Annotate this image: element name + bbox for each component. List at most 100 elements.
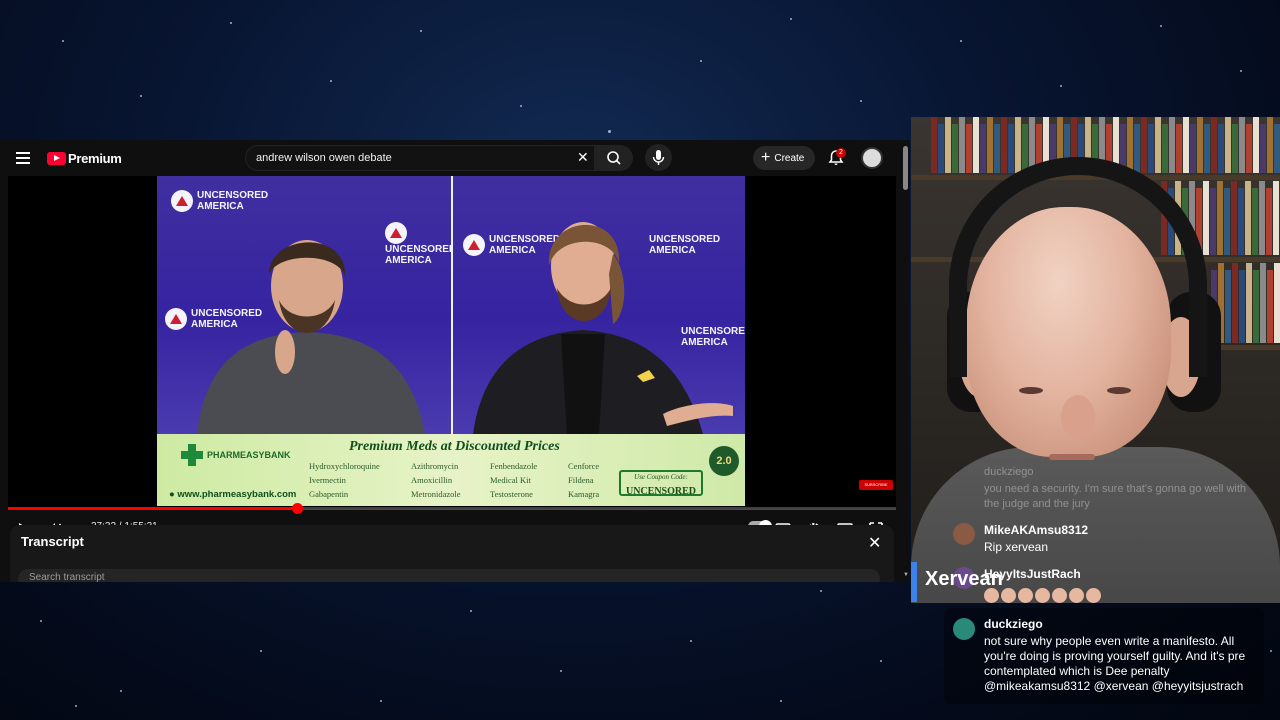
speaker-left-figure	[197, 240, 425, 434]
book	[1267, 270, 1273, 343]
book	[1225, 270, 1231, 343]
transcript-title: Transcript	[21, 534, 84, 549]
book	[1148, 124, 1154, 173]
book	[1183, 117, 1189, 173]
book	[1246, 124, 1252, 173]
clear-search-icon[interactable]: ✕	[577, 149, 589, 166]
page-scrollbar[interactable]	[903, 146, 908, 190]
book	[1015, 117, 1021, 173]
transcript-panel: Transcript ✕ Search transcript	[10, 525, 894, 582]
book	[1001, 117, 1007, 173]
youtube-premium-logo[interactable]: Premium	[47, 151, 122, 166]
book	[1218, 124, 1224, 173]
close-transcript-icon[interactable]: ✕	[868, 533, 881, 553]
book	[1211, 117, 1217, 173]
create-button[interactable]: + Create	[753, 146, 815, 170]
book	[1155, 117, 1161, 173]
book	[945, 117, 951, 173]
ad-coupon-box: Use Coupon Code: UNCENSORED	[619, 470, 703, 497]
book	[1246, 263, 1252, 343]
book	[1239, 270, 1245, 343]
chat-faded-text: you need a security. I'm sure that's gon…	[984, 483, 1247, 510]
book	[1197, 117, 1203, 173]
book	[1224, 188, 1230, 255]
book	[1210, 188, 1216, 255]
ad-meds-col1: Hydroxychloroquine Ivermectin Gabapentin	[309, 461, 380, 499]
chat-faded-user: duckziego	[984, 466, 1034, 478]
video-frame[interactable]: UNCENSORED AMERICA UNCENSORED AMERICA UNCE…	[157, 176, 745, 506]
book	[1232, 263, 1238, 343]
search-input[interactable]: andrew wilson owen debate ✕	[245, 145, 595, 171]
search-icon	[607, 151, 621, 165]
book	[931, 117, 937, 173]
video-right-camera: UNCENSORED AMERICA UNCENSORED AMERICA UNCE…	[453, 176, 745, 434]
globe-icon: ●	[169, 489, 175, 500]
youtube-topbar: Premium andrew wilson owen debate ✕ + Cr…	[0, 140, 910, 190]
book	[1274, 124, 1280, 173]
account-avatar[interactable]	[861, 147, 883, 169]
progress-scrubber-handle[interactable]	[291, 503, 303, 514]
chat-avatar	[953, 523, 975, 545]
book	[1225, 117, 1231, 173]
ad-meds-col3: Fenbendazole Medical Kit Testosterone	[490, 461, 538, 499]
transcript-search-input[interactable]: Search transcript	[18, 569, 880, 582]
book	[1162, 124, 1168, 173]
chat-text: Rip xervean	[984, 540, 1049, 554]
voice-search-button[interactable]	[645, 144, 672, 171]
latest-chat-message: duckziego not sure why people even write…	[944, 608, 1264, 704]
video-player[interactable]: UNCENSORED AMERICA UNCENSORED AMERICA UNCE…	[8, 176, 896, 536]
scroll-down-arrow-icon[interactable]: ▼	[903, 572, 909, 578]
youtube-window: Premium andrew wilson owen debate ✕ + Cr…	[0, 140, 910, 582]
notification-badge: 2	[836, 148, 846, 158]
progress-played	[8, 507, 297, 510]
ad-url: ● www.pharmeasybank.com	[169, 489, 297, 500]
book	[1274, 263, 1280, 343]
book	[1217, 181, 1223, 255]
hamburger-menu-icon[interactable]	[16, 152, 30, 164]
emote-row	[984, 588, 1101, 603]
subscribe-watermark-button[interactable]: SUBSCRIBE	[859, 480, 893, 490]
book	[1008, 124, 1014, 173]
ad-title: Premium Meds at Discounted Prices	[349, 439, 560, 454]
book	[980, 124, 986, 173]
youtube-play-logo-icon	[47, 152, 66, 165]
book	[1260, 124, 1266, 173]
book	[1176, 124, 1182, 173]
book	[987, 117, 993, 173]
book	[994, 124, 1000, 173]
book	[1252, 188, 1258, 255]
plus-icon: +	[761, 149, 771, 166]
book	[938, 124, 944, 173]
pharmacy-ad-banner[interactable]: PHARMEASYBANK Premium Meds at Discounted…	[157, 434, 745, 506]
book	[1267, 117, 1273, 173]
book	[1022, 124, 1028, 173]
book	[966, 124, 972, 173]
book	[1239, 117, 1245, 173]
book	[1169, 117, 1175, 173]
book	[1134, 124, 1140, 173]
book	[1190, 124, 1196, 173]
book	[1231, 181, 1237, 255]
book	[1259, 181, 1265, 255]
book	[1127, 117, 1133, 173]
chat-avatar	[953, 618, 975, 640]
book	[1253, 117, 1259, 173]
book	[1266, 188, 1272, 255]
progress-bar[interactable]	[8, 503, 896, 514]
book	[973, 117, 979, 173]
chat-username: duckziego	[984, 617, 1043, 631]
video-left-camera: UNCENSORED AMERICA UNCENSORED AMERICA UNCE…	[157, 176, 456, 434]
speaker-right-figure	[473, 222, 733, 434]
search-button[interactable]	[595, 145, 633, 171]
logo-text: Premium	[68, 151, 122, 166]
book	[1232, 124, 1238, 173]
search-query-text: andrew wilson owen debate	[256, 152, 392, 164]
chat-username: MikeAKAmsu8312	[984, 523, 1089, 537]
book	[959, 117, 965, 173]
pharmacy-cross-icon	[181, 444, 203, 466]
book	[1245, 181, 1251, 255]
ad-brand: PHARMEASYBANK	[181, 444, 291, 466]
create-label: Create	[774, 152, 805, 164]
book	[1273, 181, 1279, 255]
book	[1238, 188, 1244, 255]
